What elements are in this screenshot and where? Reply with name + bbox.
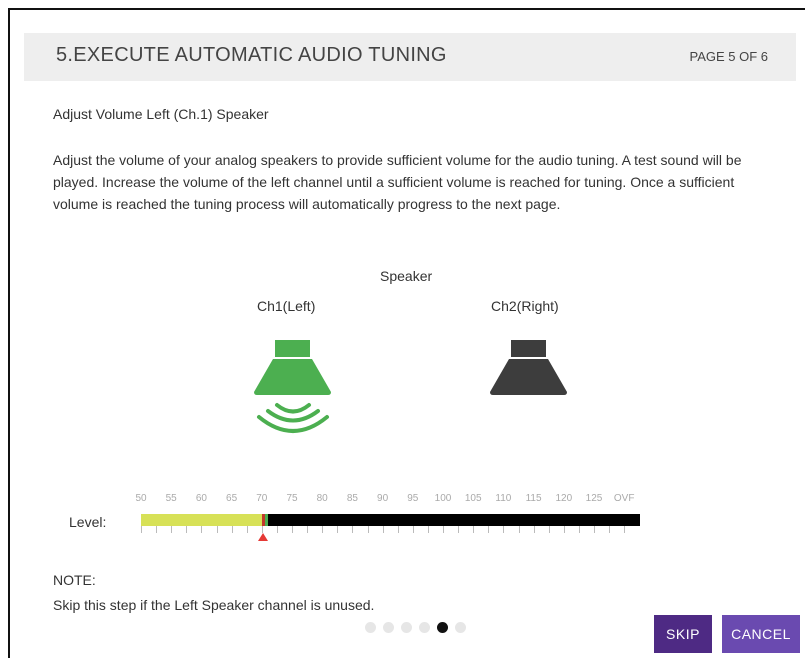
scale-tick-label: 50 — [135, 493, 147, 504]
scale-tick-label: 70 — [256, 493, 268, 504]
minor-tick — [186, 526, 188, 533]
level-label: Level: — [69, 514, 107, 530]
step-subtitle: Adjust Volume Left (Ch.1) Speaker — [53, 106, 269, 122]
minor-tick — [427, 526, 429, 533]
level-pointer-icon — [257, 533, 268, 541]
scale-tick-label: 105 — [464, 493, 482, 504]
scale-tick-label: 85 — [346, 493, 358, 504]
minor-tick — [156, 526, 158, 533]
minor-tick — [518, 526, 520, 533]
minor-tick — [443, 526, 444, 533]
level-minor-ticks — [141, 526, 640, 534]
minor-tick — [246, 526, 248, 533]
minor-tick — [367, 526, 369, 533]
pagination-dot — [401, 622, 412, 633]
minor-tick — [322, 526, 324, 533]
minor-tick — [488, 526, 490, 533]
minor-tick — [231, 526, 233, 533]
scale-tick-label: 90 — [377, 493, 389, 504]
pagination-dot — [365, 622, 376, 633]
scale-tick-label: 55 — [165, 493, 177, 504]
speaker-inactive-icon — [488, 340, 568, 405]
scale-tick-label: 65 — [226, 493, 238, 504]
minor-tick — [352, 526, 354, 533]
scale-tick-label: OVF — [613, 493, 635, 504]
speaker-active-icon — [253, 340, 333, 445]
scale-tick-label: 110 — [495, 493, 512, 504]
ch1-label: Ch1(Left) — [257, 298, 316, 314]
minor-tick — [261, 526, 263, 533]
ch2-label: Ch2(Right) — [491, 298, 559, 314]
minor-tick — [503, 526, 505, 533]
minor-tick — [578, 526, 580, 533]
pagination-dot — [455, 622, 466, 633]
minor-tick — [473, 526, 475, 533]
dialog-header: 5.EXECUTE AUTOMATIC AUDIO TUNING PAGE 5 … — [24, 33, 796, 81]
minor-tick — [276, 526, 278, 533]
pagination-dot — [383, 622, 394, 633]
minor-tick — [292, 526, 293, 533]
minor-tick — [397, 526, 399, 533]
level-scale: 50 55 60 65 70 75 80 85 90 95 100 105 110 115 120 125 OV… — [125, 493, 645, 507]
scale-tick-label: 120 — [555, 493, 573, 504]
scale-tick-label: 95 — [407, 493, 419, 504]
scale-tick-label: 125 — [585, 493, 603, 504]
page-indicator: PAGE 5 OF 6 — [689, 49, 768, 64]
note-text: Skip this step if the Left Speaker chann… — [53, 597, 375, 613]
level-threshold-marker — [264, 514, 268, 526]
level-meter — [141, 514, 640, 526]
minor-tick — [141, 526, 142, 533]
speaker-heading: Speaker — [380, 268, 433, 284]
minor-tick — [533, 526, 535, 533]
minor-tick — [609, 526, 611, 533]
level-meter-fill — [141, 514, 264, 526]
pagination-dot-active — [437, 622, 448, 633]
minor-tick — [201, 526, 203, 533]
note-title: NOTE: — [53, 572, 96, 588]
minor-tick — [216, 526, 218, 533]
scale-tick-label: 100 — [434, 493, 452, 504]
minor-tick — [548, 526, 550, 533]
minor-tick — [458, 526, 460, 533]
minor-tick — [624, 526, 626, 533]
minor-tick — [382, 526, 384, 533]
minor-tick — [171, 526, 173, 533]
scale-tick-label: 115 — [525, 493, 542, 504]
minor-tick — [337, 526, 339, 533]
scale-tick-label: 75 — [286, 493, 298, 504]
cancel-button[interactable]: CANCEL — [722, 615, 800, 653]
minor-tick — [412, 526, 414, 533]
minor-tick — [594, 526, 595, 533]
scale-tick-label: 80 — [316, 493, 328, 504]
minor-tick — [563, 526, 565, 533]
minor-tick — [307, 526, 309, 533]
scale-tick-label: 60 — [195, 493, 207, 504]
skip-button[interactable]: SKIP — [654, 615, 712, 653]
page-title: 5.EXECUTE AUTOMATIC AUDIO TUNING — [56, 44, 447, 66]
step-description: Adjust the volume of your analog speaker… — [53, 152, 742, 212]
pagination-dot — [419, 622, 430, 633]
